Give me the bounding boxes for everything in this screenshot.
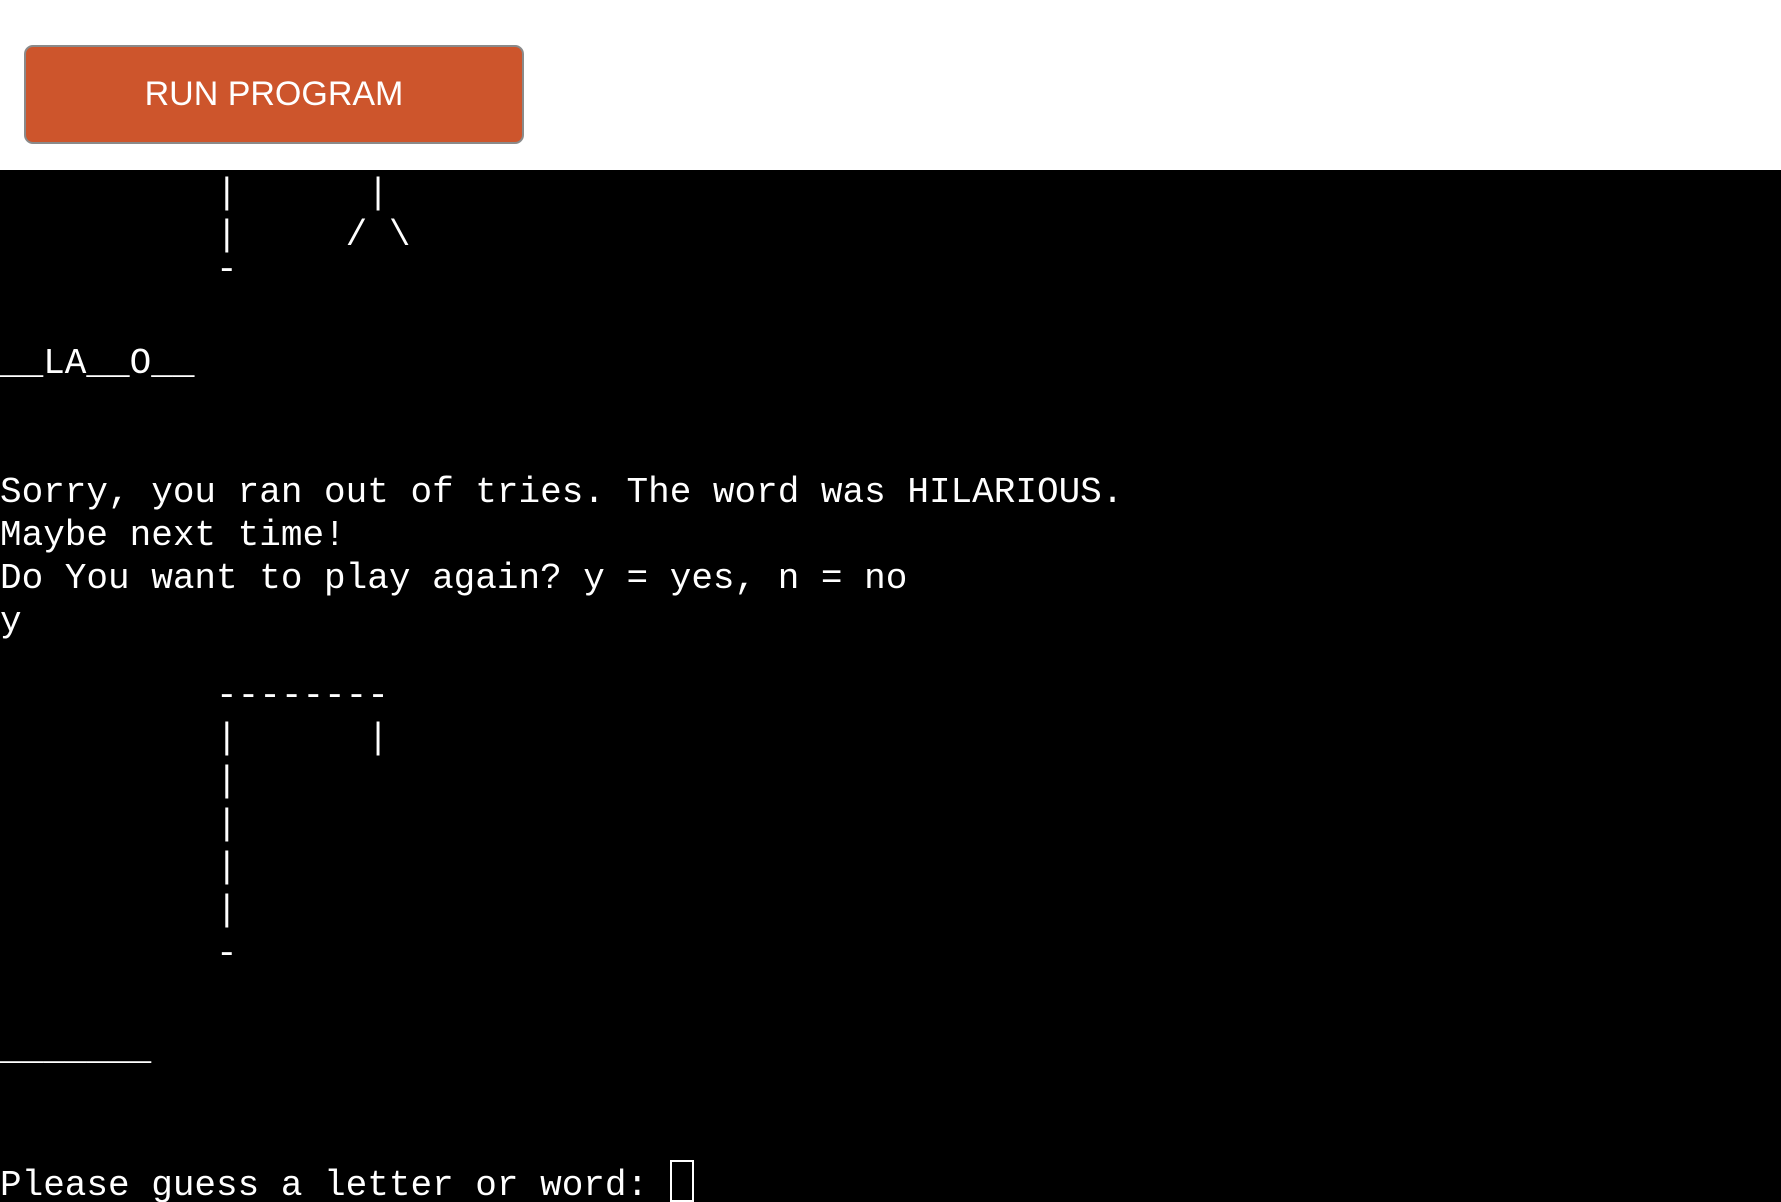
terminal-output[interactable]: | | | / \ - __LA__O__ Sorry, you ran out… <box>0 170 1781 1202</box>
word-blanks-display: _______ <box>0 1029 152 1070</box>
guessed-word-display: __LA__O__ <box>0 343 195 384</box>
gallows-art-line: | <box>0 847 238 888</box>
terminal-line: | | <box>0 173 389 214</box>
gallows-art-line: - <box>0 933 238 974</box>
gallows-art-line: | <box>0 890 238 931</box>
gallows-art-line: | <box>0 761 238 802</box>
guess-prompt: Please guess a letter or word: <box>0 1165 670 1202</box>
play-again-prompt: Do You want to play again? y = yes, n = … <box>0 558 908 599</box>
text-cursor[interactable] <box>669 1160 694 1202</box>
guess-prompt-row[interactable]: Please guess a letter or word: <box>0 1160 694 1202</box>
gallows-art-line: | | <box>0 718 389 759</box>
gallows-art-line: | <box>0 804 238 845</box>
run-program-button[interactable]: RUN PROGRAM <box>24 45 524 144</box>
terminal-line: - <box>0 249 238 290</box>
gallows-art-line: -------- <box>0 675 389 716</box>
game-over-message: Sorry, you ran out of tries. The word wa… <box>0 472 1124 513</box>
user-input-echo: y <box>0 601 22 642</box>
page-header: RUN PROGRAM <box>0 0 1781 170</box>
terminal-line: Maybe next time! <box>0 515 346 556</box>
